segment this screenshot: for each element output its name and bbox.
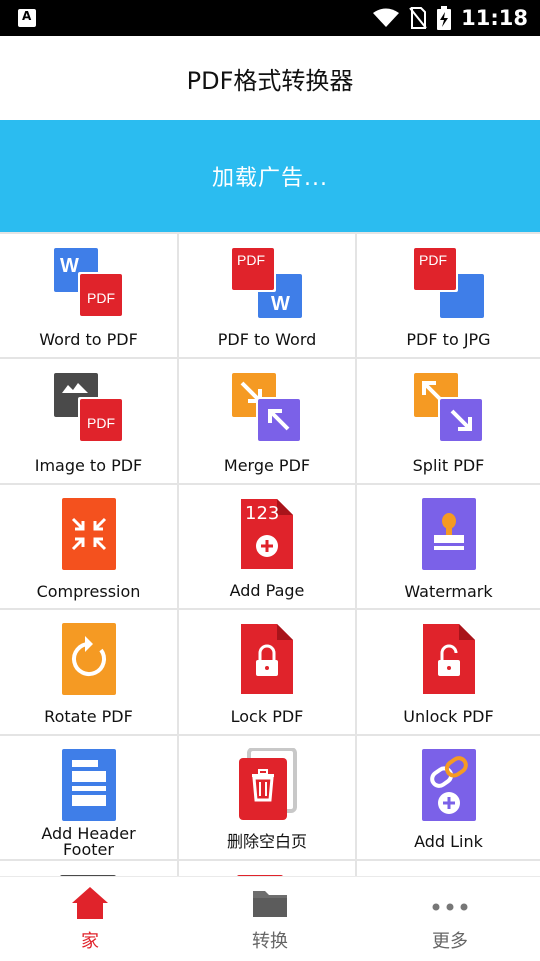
svg-text:PDF: PDF xyxy=(419,252,447,268)
tool-word-to-pdf[interactable]: W PDF Word to PDF xyxy=(0,234,177,357)
app-header: PDF格式转换器 xyxy=(0,36,540,120)
ad-loading-text: 加载广告... xyxy=(212,166,328,191)
tool-label: PDF to JPG xyxy=(406,330,491,349)
battery-charging-icon xyxy=(437,6,452,30)
lock-pdf-icon xyxy=(241,624,293,694)
page-title: PDF格式转换器 xyxy=(186,66,354,95)
more-dots-icon xyxy=(432,903,468,911)
tool-rotate-pdf[interactable]: Rotate PDF xyxy=(0,610,177,734)
add-link-icon xyxy=(421,749,476,821)
tool-add-header-footer[interactable]: Add Header Footer xyxy=(0,736,177,859)
pdf-to-jpg-icon: PDF xyxy=(411,246,484,318)
svg-text:PDF: PDF xyxy=(87,415,115,431)
split-pdf-icon xyxy=(413,373,484,443)
svg-text:PDF: PDF xyxy=(237,252,265,268)
wifi-icon xyxy=(373,8,400,27)
svg-text:W: W xyxy=(271,293,290,315)
tool-partial[interactable] xyxy=(179,861,355,876)
notification-app-icon xyxy=(18,9,36,27)
tool-label: Merge PDF xyxy=(223,456,311,475)
no-sim-icon xyxy=(409,7,427,29)
tool-image-to-pdf[interactable]: PDF Image to PDF xyxy=(0,359,177,483)
nav-label: 更多 xyxy=(432,931,468,952)
tool-label: Watermark xyxy=(404,582,493,601)
compression-icon xyxy=(61,498,116,570)
nav-home[interactable]: 家 xyxy=(0,877,180,961)
pdf-to-word-icon: W PDF xyxy=(230,246,302,318)
word-to-pdf-icon: W PDF xyxy=(53,248,124,318)
nav-label: 家 xyxy=(81,931,99,952)
image-to-pdf-icon: PDF xyxy=(53,373,124,443)
tool-pdf-to-word[interactable]: W PDF PDF to Word xyxy=(179,234,355,357)
nav-label: 转换 xyxy=(252,931,288,952)
tool-pdf-to-jpg[interactable]: PDF PDF to JPG xyxy=(357,234,540,357)
folder-icon xyxy=(253,891,287,917)
tool-partial[interactable] xyxy=(357,861,540,876)
tool-add-link[interactable]: Add Link xyxy=(357,736,540,859)
tool-label: Compression xyxy=(36,582,141,601)
tool-partial[interactable] xyxy=(0,861,177,876)
status-bar: 11:18 xyxy=(0,0,540,36)
status-time: 11:18 xyxy=(461,6,528,30)
nav-convert[interactable]: 转换 xyxy=(180,877,360,961)
watermark-icon xyxy=(421,498,476,570)
tool-label: Add Page xyxy=(229,581,305,600)
status-icons: 11:18 xyxy=(373,0,528,36)
home-icon xyxy=(72,887,108,919)
add-page-icon: 123 xyxy=(241,499,293,569)
ad-banner[interactable]: 加载广告... xyxy=(0,120,540,232)
tool-label: Lock PDF xyxy=(230,707,304,726)
add-header-footer-icon xyxy=(61,749,116,821)
tool-split-pdf[interactable]: Split PDF xyxy=(357,359,540,483)
tool-label: Word to PDF xyxy=(39,330,138,349)
tool-lock-pdf[interactable]: Lock PDF xyxy=(179,610,355,734)
tool-watermark[interactable]: Watermark xyxy=(357,485,540,608)
delete-blank-page-icon xyxy=(239,748,297,820)
tools-grid: W PDF Word to PDF W PDF PDF to Word PDF … xyxy=(0,232,540,876)
svg-text:PDF: PDF xyxy=(87,290,115,306)
tool-merge-pdf[interactable]: Merge PDF xyxy=(179,359,355,483)
bottom-nav: 家 转换 更多 xyxy=(0,876,540,960)
tool-label: 删除空白页 xyxy=(226,832,307,851)
tool-label: Split PDF xyxy=(412,456,485,475)
nav-more[interactable]: 更多 xyxy=(360,877,540,961)
tool-label: Image to PDF xyxy=(34,456,143,475)
tool-label: Unlock PDF xyxy=(403,707,494,726)
tool-add-page[interactable]: 123 Add Page xyxy=(179,485,355,608)
tool-compression[interactable]: Compression xyxy=(0,485,177,608)
tool-label: PDF to Word xyxy=(217,330,317,349)
tool-label-line2: Footer xyxy=(63,840,114,859)
unlock-pdf-icon xyxy=(422,624,475,694)
tool-label: Add Link xyxy=(414,832,483,851)
svg-text:123: 123 xyxy=(245,503,279,524)
tool-unlock-pdf[interactable]: Unlock PDF xyxy=(357,610,540,734)
tool-delete-blank-page[interactable]: 删除空白页 xyxy=(179,736,355,859)
svg-text:W: W xyxy=(60,255,79,277)
rotate-pdf-icon xyxy=(61,623,116,695)
tool-label: Rotate PDF xyxy=(44,707,133,726)
merge-pdf-icon xyxy=(232,373,302,443)
